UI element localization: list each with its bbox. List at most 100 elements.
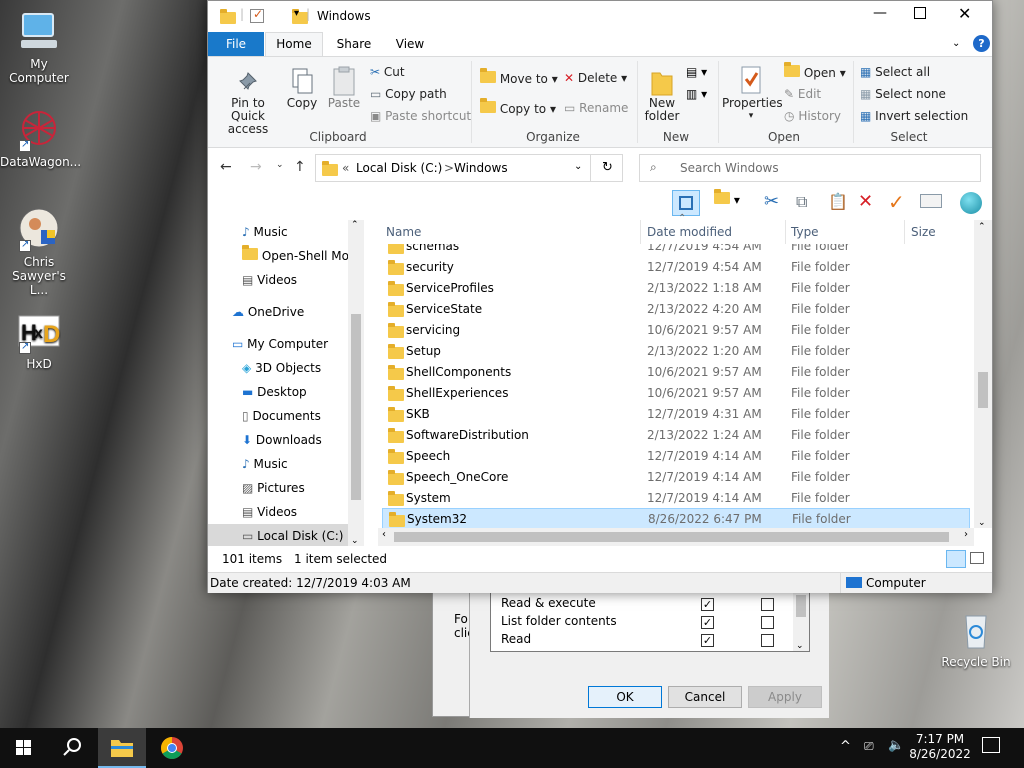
scroll-left-icon[interactable]: ‹ (382, 529, 386, 540)
cut-button[interactable]: ✂ Cut (370, 65, 405, 79)
cancel-button[interactable]: Cancel (668, 686, 742, 708)
allow-checkbox[interactable]: ✓ (701, 634, 714, 647)
nav-item-3d-objects[interactable]: ◈ 3D Objects (242, 356, 364, 380)
column-header-date[interactable]: Date modified (647, 225, 732, 239)
column-divider[interactable] (785, 220, 786, 244)
large-icons-view-icon[interactable] (970, 552, 984, 564)
pin-quick-access-button[interactable]: Pin to Quick access (214, 69, 282, 136)
desktop-icon-recycle-bin[interactable]: Recycle Bin (937, 608, 1015, 669)
details-view-icon[interactable] (946, 550, 966, 568)
file-row[interactable]: servicing 10/6/2021 9:57 AM File folder (382, 320, 970, 341)
address-bar[interactable]: « Local Disk (C:) > Windows ⌄ ↻ (315, 154, 623, 182)
search-box[interactable]: ⌕ Search Windows (639, 154, 981, 182)
nav-item-music[interactable]: ♪ Music (242, 220, 364, 244)
search-input[interactable]: Search Windows (680, 161, 779, 175)
scroll-right-icon[interactable]: › (964, 529, 968, 540)
new-item-icon[interactable]: ▤ ▾ (686, 65, 707, 79)
desktop-icon-hxd[interactable]: HxD HxD (0, 310, 78, 371)
volume-icon[interactable]: 🔈 (888, 738, 904, 753)
file-row[interactable]: System 12/7/2019 4:14 AM File folder (382, 488, 970, 509)
maximize-button[interactable] (914, 7, 926, 19)
nav-item-desktop[interactable]: ▬ Desktop (242, 380, 364, 404)
file-row-selected[interactable]: System32 8/26/2022 6:47 PM File folder (382, 508, 970, 529)
scrollbar-thumb[interactable] (394, 532, 949, 542)
column-header-name[interactable]: Name (386, 225, 421, 239)
scroll-down-icon[interactable]: ⌄ (351, 536, 359, 546)
new-folder-button[interactable]: New folder (640, 67, 684, 123)
refresh-icon[interactable]: ↻ (602, 160, 613, 175)
nav-item-documents[interactable]: ▯ Documents (242, 404, 364, 428)
edit-button[interactable]: ✎ Edit (784, 87, 821, 101)
customize-quick-access-icon[interactable]: ▾ (294, 8, 299, 19)
minimize-button[interactable]: — (868, 5, 892, 21)
cut-icon[interactable]: ✂ (764, 191, 779, 212)
column-divider[interactable] (640, 220, 641, 244)
file-list-scrollbar-horizontal[interactable]: ‹ › (378, 528, 974, 546)
scrollbar-thumb[interactable] (796, 595, 806, 617)
deny-checkbox[interactable] (761, 598, 774, 611)
tab-share[interactable]: Share (334, 32, 374, 56)
nav-item-open-shell[interactable]: Open-Shell Mod (242, 244, 364, 268)
nav-item-videos-2[interactable]: ▤ Videos (242, 500, 364, 524)
breadcrumb-overflow[interactable]: « (342, 161, 349, 175)
taskbar-chrome[interactable] (148, 728, 196, 768)
delete-icon[interactable]: ✕ (858, 191, 873, 212)
nav-item-videos[interactable]: ▤ Videos (242, 268, 364, 292)
nav-item-my-computer[interactable]: ▭ My Computer (232, 332, 364, 356)
copy-path-button[interactable]: ▭ Copy path (370, 87, 447, 101)
permissions-scrollbar[interactable]: ⌄ (793, 591, 809, 651)
file-row[interactable]: ShellComponents 10/6/2021 9:57 AM File fol… (382, 362, 970, 383)
scroll-up-icon[interactable]: ⌃ (351, 220, 359, 230)
select-all-button[interactable]: ▦ Select all (860, 65, 930, 79)
file-list-scrollbar-vertical[interactable]: ⌃ ⌄ (974, 220, 992, 528)
allow-checkbox[interactable]: ✓ (701, 598, 714, 611)
scrollbar-thumb[interactable] (978, 372, 988, 408)
copy-to-button[interactable]: Copy to ▾ (480, 98, 556, 116)
nav-item-downloads[interactable]: ⬇ Downloads (242, 428, 364, 452)
close-button[interactable]: ✕ (958, 4, 971, 23)
collapse-ribbon-icon[interactable]: ⌄ (952, 38, 960, 49)
scroll-down-icon[interactable]: ⌄ (796, 641, 804, 651)
column-divider[interactable] (904, 220, 905, 244)
desktop-icon-my-computer[interactable]: My Computer (0, 10, 78, 85)
taskbar-file-explorer[interactable] (98, 728, 146, 768)
scrollbar-thumb[interactable] (351, 314, 361, 500)
scroll-up-icon[interactable]: ⌃ (978, 222, 986, 232)
history-button[interactable]: ◷ History (784, 109, 841, 123)
paste-button[interactable]: Paste (326, 65, 362, 110)
deny-checkbox[interactable] (761, 616, 774, 629)
nav-item-pictures[interactable]: ▨ Pictures (242, 476, 364, 500)
select-none-button[interactable]: ▦ Select none (860, 87, 946, 101)
tab-file[interactable]: File (208, 32, 264, 56)
delete-button[interactable]: ✕ Delete ▾ (564, 71, 627, 85)
navigation-scrollbar[interactable]: ⌃ ⌄ (348, 220, 364, 546)
nav-item-music-2[interactable]: ♪ Music (242, 452, 364, 476)
forward-button[interactable]: → (250, 159, 262, 175)
paste-shortcut-button[interactable]: ▣ Paste shortcut (370, 109, 471, 123)
file-row[interactable]: ServiceProfiles 2/13/2022 1:18 AM File fol… (382, 278, 970, 299)
allow-checkbox[interactable]: ✓ (701, 616, 714, 629)
open-button[interactable]: Open ▾ (784, 62, 846, 80)
tab-home[interactable]: Home (265, 32, 323, 57)
column-header-size[interactable]: Size (911, 225, 936, 239)
file-row[interactable]: SoftwareDistribution 2/13/2022 1:24 AM Fil… (382, 425, 970, 446)
breadcrumb-local-disk[interactable]: Local Disk (C:) (356, 161, 442, 175)
nav-item-onedrive[interactable]: ☁ OneDrive (232, 300, 364, 324)
help-icon[interactable]: ? (973, 35, 990, 52)
apply-button[interactable]: Apply (748, 686, 822, 708)
search-button[interactable] (48, 728, 96, 768)
paste-icon[interactable]: 📋 (828, 192, 848, 211)
ok-button[interactable]: OK (588, 686, 662, 708)
copy-button[interactable]: Copy (286, 67, 318, 110)
tab-view[interactable]: View (390, 32, 430, 56)
properties-quick-icon[interactable]: ✓ (250, 7, 264, 23)
address-dropdown-icon[interactable]: ⌄ (574, 161, 582, 172)
file-row[interactable]: Speech 12/7/2019 4:14 AM File folder (382, 446, 970, 467)
file-row[interactable]: ShellExperiences 10/6/2021 9:57 AM File fo… (382, 383, 970, 404)
back-button[interactable]: ← (220, 159, 232, 175)
properties-button[interactable]: Properties ▾ (722, 65, 783, 123)
file-row[interactable]: security 12/7/2019 4:54 AM File folder (382, 257, 970, 278)
scroll-down-icon[interactable]: ⌄ (978, 518, 986, 528)
file-row[interactable]: ServiceState 2/13/2022 4:20 AM File folder (382, 299, 970, 320)
rename-button[interactable]: ▭ Rename (564, 101, 628, 115)
